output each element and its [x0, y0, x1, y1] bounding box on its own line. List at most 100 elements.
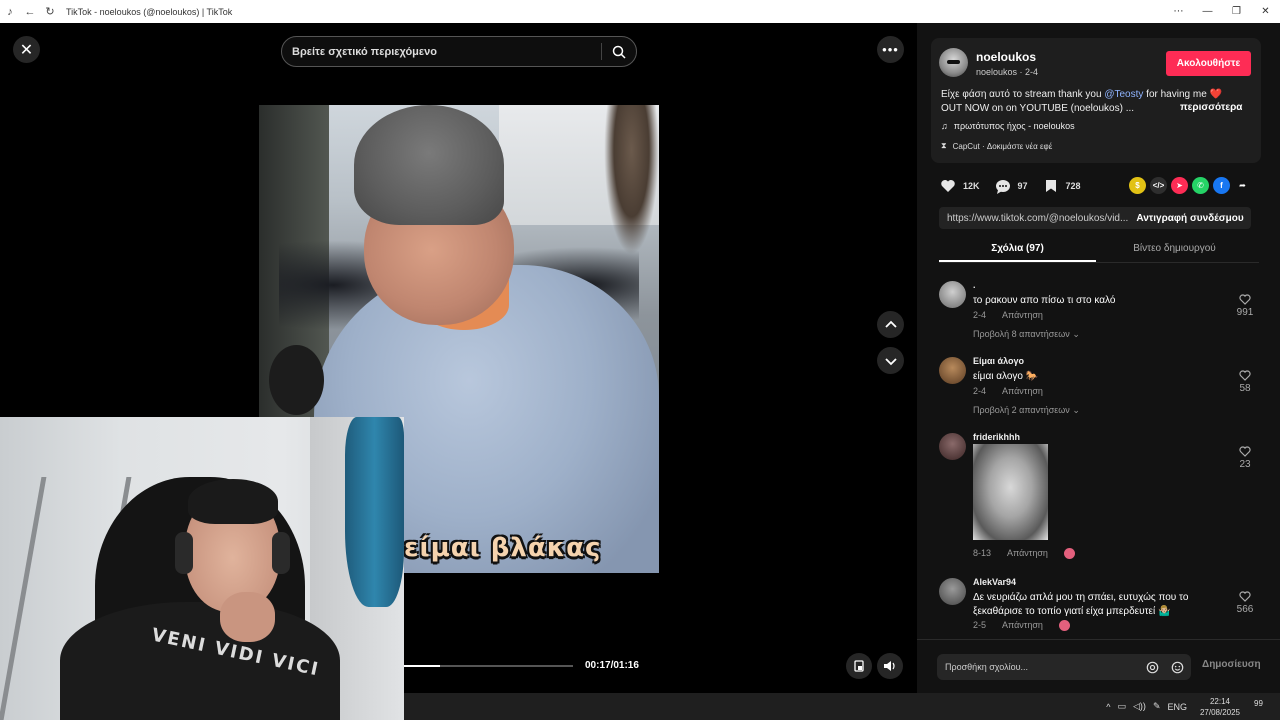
- volume-button[interactable]: [877, 653, 903, 679]
- search-input[interactable]: [282, 45, 601, 58]
- comment-like[interactable]: 58: [1225, 370, 1265, 394]
- follow-button[interactable]: Ακολουθήστε: [1166, 51, 1251, 76]
- tab-creator-videos[interactable]: Βίντεο δημιουργού: [1096, 237, 1253, 262]
- close-window-icon[interactable]: ✕: [1251, 0, 1280, 23]
- embed-icon[interactable]: </>: [1150, 177, 1167, 194]
- comment-username[interactable]: .: [973, 280, 976, 290]
- notification-icon[interactable]: 99: [1254, 699, 1270, 713]
- facebook-icon[interactable]: f: [1213, 177, 1230, 194]
- share-buttons: $ </> ➤ ✆ f ➦: [1129, 177, 1251, 194]
- capcut-icon: ⧗: [941, 141, 947, 150]
- back-icon[interactable]: ←: [20, 0, 40, 23]
- tiktok-logo-icon: ♪: [7, 5, 13, 18]
- comment-avatar[interactable]: [939, 578, 966, 605]
- close-icon: ✕: [19, 41, 34, 59]
- desc-mention[interactable]: @Teosty: [1104, 89, 1143, 100]
- view-replies-button[interactable]: Προβολή 8 απαντήσεων ⌄: [973, 329, 1080, 340]
- comment-action[interactable]: 97: [994, 177, 1028, 195]
- search-icon[interactable]: [602, 37, 636, 66]
- comment-like-count: 566: [1236, 604, 1254, 615]
- speaker-icon[interactable]: ◁)): [1133, 701, 1146, 712]
- comment-date: 2-4: [973, 310, 987, 320]
- language-indicator[interactable]: ENG: [1167, 702, 1187, 712]
- reload-icon[interactable]: ↻: [40, 0, 60, 23]
- comment-like[interactable]: 566: [1225, 591, 1265, 615]
- comment-item: AlekVar94 Δε νευριάζω απλά μου τη σπάει,…: [937, 575, 1257, 635]
- copy-link-button[interactable]: Αντιγραφή συνδέσμου: [1129, 213, 1251, 224]
- comment-like[interactable]: 991: [1225, 294, 1265, 318]
- music-row[interactable]: ♫ πρωτότυπος ήχος - noeloukos: [941, 121, 1075, 131]
- pen-icon[interactable]: ✎: [1153, 701, 1161, 712]
- next-video-button[interactable]: [877, 347, 904, 374]
- comment-username[interactable]: AlekVar94: [973, 577, 1016, 587]
- close-video-button[interactable]: ✕: [13, 36, 40, 63]
- mention-icon[interactable]: [1144, 659, 1160, 675]
- comment-image[interactable]: [973, 444, 1048, 540]
- like-count: 12K: [963, 181, 980, 191]
- floating-player-button[interactable]: [846, 653, 872, 679]
- taskbar-clock[interactable]: 22:14 27/08/2025: [1200, 696, 1240, 718]
- view-replies-label: Προβολή 8 απαντήσεων: [973, 329, 1070, 339]
- save-action[interactable]: 728: [1042, 177, 1081, 195]
- comment-meta: 2-5 Απάντηση: [973, 620, 1070, 631]
- minimize-icon[interactable]: —: [1193, 0, 1222, 23]
- reply-button[interactable]: Απάντηση: [1002, 386, 1043, 396]
- emoji-icon[interactable]: [1169, 659, 1185, 675]
- desc-heart: ❤️: [1209, 89, 1222, 100]
- comment-text: είμαι αλογο 🐎: [973, 371, 1039, 382]
- network-icon[interactable]: ▭: [1118, 701, 1127, 712]
- restore-icon[interactable]: ❐: [1222, 0, 1251, 23]
- capcut-row[interactable]: ⧗ CapCut · Δοκιμάστε νέα εφέ: [941, 141, 1052, 151]
- more-options-button[interactable]: •••: [877, 36, 904, 63]
- author-avatar[interactable]: [939, 48, 968, 77]
- send-icon[interactable]: ➤: [1171, 177, 1188, 194]
- author-name[interactable]: noeloukos: [976, 50, 1036, 64]
- progress-bar[interactable]: [403, 665, 573, 667]
- view-replies-button[interactable]: Προβολή 2 απαντήσεων ⌄: [973, 405, 1080, 416]
- creator-reaction-icon: [1058, 620, 1070, 631]
- panel-tabs: Σχόλια (97) Βίντεο δημιουργού: [939, 237, 1259, 263]
- like-action[interactable]: 12K: [939, 177, 980, 195]
- chevron-down-icon: ⌄: [1072, 405, 1080, 415]
- comment-date: 2-5: [973, 620, 987, 630]
- reply-button[interactable]: Απάντηση: [1002, 620, 1043, 631]
- chevron-up-icon: [884, 320, 897, 328]
- heart-outline-icon: [1239, 370, 1251, 381]
- tab-comments[interactable]: Σχόλια (97): [939, 237, 1096, 262]
- desc-text-3: OUT NOW on on YOUTUBE (noeloukos) ...: [941, 103, 1135, 114]
- comment-like[interactable]: 23: [1225, 446, 1265, 470]
- comment-avatar[interactable]: [939, 433, 966, 460]
- coin-share-icon[interactable]: $: [1129, 177, 1146, 194]
- comment-username[interactable]: friderikhhh: [973, 432, 1020, 442]
- whatsapp-icon[interactable]: ✆: [1192, 177, 1209, 194]
- webcam-hand: [220, 592, 275, 642]
- clock-date: 27/08/2025: [1199, 708, 1240, 717]
- comment-icon: [994, 177, 1012, 195]
- comment-username[interactable]: Είμαι άλογο: [973, 356, 1024, 366]
- comment-avatar[interactable]: [939, 281, 966, 308]
- reply-button[interactable]: Απάντηση: [1007, 548, 1048, 559]
- comment-item: friderikhhh 8-13 Απάντηση 23: [937, 430, 1257, 565]
- save-count: 728: [1065, 181, 1081, 191]
- desc-text-1: Είχε φάση αυτό το stream thank you: [941, 89, 1105, 100]
- comment-like-count: 991: [1236, 307, 1254, 318]
- reply-button[interactable]: Απάντηση: [1002, 310, 1043, 320]
- post-button[interactable]: Δημοσίευση: [1202, 659, 1261, 670]
- comment-avatar[interactable]: [939, 357, 966, 384]
- tray-chevron-icon[interactable]: ^: [1106, 702, 1110, 712]
- window-title: TikTok - noeloukos (@noeloukos) | TikTok: [66, 6, 233, 17]
- menu-dots-icon[interactable]: ⋯: [1164, 0, 1193, 23]
- video-link[interactable]: https://www.tiktok.com/@noeloukos/vid...: [939, 213, 1129, 224]
- more-button[interactable]: περισσότερα: [1180, 102, 1242, 113]
- share-arrow-icon[interactable]: ➦: [1234, 177, 1251, 194]
- comment-list: . το ρακουν απο πίσω τι στο καλό 2-4 Απά…: [937, 278, 1267, 638]
- video-microphone: [269, 345, 324, 415]
- comment-meta: 2-4 Απάντηση: [973, 310, 1043, 320]
- comment-count: 97: [1017, 181, 1028, 191]
- comment-meta: 8-13 Απάντηση: [973, 548, 1075, 559]
- comment-meta: 2-4 Απάντηση: [973, 386, 1043, 396]
- chevron-down-icon: [884, 357, 897, 365]
- details-panel: noeloukos noeloukos · 2-4 Ακολουθήστε Εί…: [917, 23, 1280, 693]
- comment-item: Είμαι άλογο είμαι αλογο 🐎 2-4 Απάντηση Π…: [937, 354, 1257, 426]
- previous-video-button[interactable]: [877, 311, 904, 338]
